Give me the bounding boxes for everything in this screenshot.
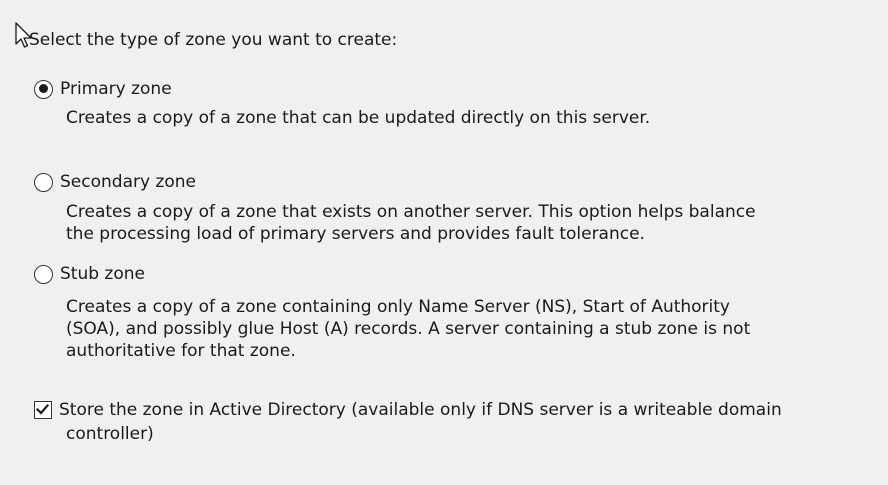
description-line: authoritative for that zone. bbox=[66, 341, 296, 361]
mouse-pointer-icon bbox=[15, 22, 32, 48]
primary-zone-option[interactable]: Primary zone bbox=[34, 77, 172, 101]
store-in-active-directory-option[interactable]: Store the zone in Active Directory (avai… bbox=[34, 398, 782, 444]
store-in-active-directory-checkbox[interactable] bbox=[34, 401, 52, 419]
new-zone-wizard-zone-type-page: Select the type of zone you want to crea… bbox=[0, 0, 888, 485]
secondary-zone-option[interactable]: Secondary zone bbox=[34, 170, 196, 194]
secondary-zone-label[interactable]: Secondary zone bbox=[60, 171, 196, 193]
primary-zone-description: Creates a copy of a zone that can be upd… bbox=[66, 107, 866, 129]
stub-zone-label[interactable]: Stub zone bbox=[60, 263, 145, 285]
checkmark-icon bbox=[35, 403, 50, 415]
secondary-zone-description: Creates a copy of a zone that exists on … bbox=[66, 201, 866, 245]
stub-zone-radio[interactable] bbox=[34, 264, 53, 284]
description-line: Creates a copy of a zone that exists on … bbox=[66, 202, 756, 222]
stub-zone-description: Creates a copy of a zone containing only… bbox=[66, 296, 866, 362]
description-line: (SOA), and possibly glue Host (A) record… bbox=[66, 319, 751, 339]
store-in-active-directory-label[interactable]: Store the zone in Active Directory (avai… bbox=[59, 399, 782, 421]
page-heading: Select the type of zone you want to crea… bbox=[29, 30, 398, 50]
primary-zone-label[interactable]: Primary zone bbox=[60, 78, 172, 100]
stub-zone-option[interactable]: Stub zone bbox=[34, 262, 145, 286]
description-line: the processing load of primary servers a… bbox=[66, 224, 645, 244]
description-line: Creates a copy of a zone containing only… bbox=[66, 297, 730, 317]
primary-zone-radio[interactable] bbox=[34, 79, 53, 99]
description-line: Creates a copy of a zone that can be upd… bbox=[66, 108, 651, 128]
store-in-active-directory-label-continued[interactable]: controller) bbox=[66, 423, 154, 445]
secondary-zone-radio[interactable] bbox=[34, 172, 53, 192]
